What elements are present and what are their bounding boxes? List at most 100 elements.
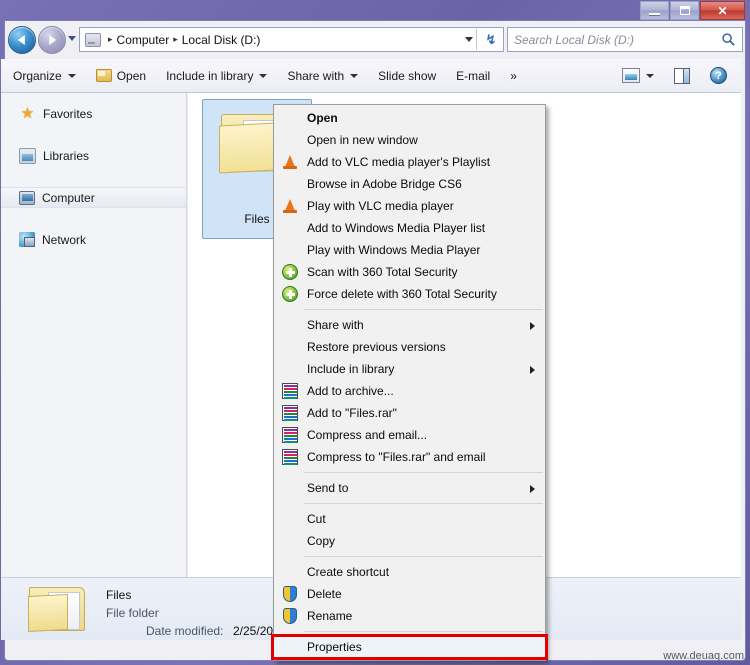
vlc-icon	[282, 198, 298, 214]
forward-button[interactable]	[38, 26, 66, 54]
menu-item-label: Rename	[307, 609, 353, 623]
context-menu[interactable]: Open Open in new window Add to VLC media…	[271, 104, 548, 661]
menu-separator	[304, 309, 543, 310]
history-dropdown-icon[interactable]	[68, 36, 76, 41]
star-icon: ★	[20, 104, 35, 122]
navigation-pane: ★ Favorites Libraries Computer Network	[1, 93, 187, 577]
menu-item-copy[interactable]: Copy	[274, 530, 545, 552]
winrar-icon	[282, 383, 298, 399]
sidebar-item-libraries[interactable]: Libraries	[1, 145, 186, 166]
view-layout-button[interactable]	[614, 64, 662, 88]
toolbar-include-in-library[interactable]: Include in library	[158, 64, 275, 88]
menu-item-label: Add to Windows Media Player list	[307, 221, 486, 235]
help-icon: ?	[710, 67, 727, 84]
menu-item-play-with-vlc[interactable]: Play with VLC media player	[274, 195, 545, 217]
menu-item-share-with[interactable]: Share with	[274, 314, 545, 336]
desktop-background: ✕ ▸ Computer ▸ Local Disk (D:) ↯ Search …	[0, 0, 750, 665]
address-divider	[476, 29, 477, 50]
sidebar-item-label: Libraries	[43, 148, 90, 163]
maximize-button[interactable]	[670, 1, 699, 20]
network-icon	[19, 232, 35, 247]
menu-item-label: Compress and email...	[307, 428, 428, 442]
chevron-down-icon	[646, 73, 654, 78]
submenu-arrow-icon	[530, 485, 535, 493]
menu-item-label: Open	[307, 111, 338, 125]
sidebar-item-network[interactable]: Network	[1, 229, 186, 250]
menu-item-label: Play with VLC media player	[307, 199, 454, 213]
menu-item-cut[interactable]: Cut	[274, 508, 545, 530]
preview-pane-button[interactable]	[666, 64, 698, 88]
toolbar-label: Organize	[13, 68, 62, 83]
address-dropdown-icon[interactable]	[465, 37, 473, 42]
toolbar-label: Open	[116, 68, 147, 83]
address-bar[interactable]: ▸ Computer ▸ Local Disk (D:) ↯	[79, 27, 504, 52]
toolbar-organize[interactable]: Organize	[5, 64, 84, 88]
menu-separator	[304, 503, 543, 504]
submenu-arrow-icon	[530, 322, 535, 330]
toolbar-label: Slide show	[378, 68, 437, 83]
menu-item-force-delete-with-360[interactable]: Force delete with 360 Total Security	[274, 283, 545, 305]
menu-item-browse-in-adobe-bridge[interactable]: Browse in Adobe Bridge CS6	[274, 173, 545, 195]
menu-separator	[304, 631, 543, 632]
shield-icon	[283, 608, 297, 624]
chevron-down-icon	[350, 73, 359, 78]
menu-item-send-to[interactable]: Send to	[274, 477, 545, 499]
menu-item-label: Add to archive...	[307, 384, 394, 398]
menu-item-label: Copy	[307, 534, 336, 548]
refresh-button[interactable]: ↯	[482, 32, 500, 48]
menu-item-include-in-library[interactable]: Include in library	[274, 358, 545, 380]
menu-item-label: Properties	[307, 640, 362, 654]
menu-item-scan-with-360[interactable]: Scan with 360 Total Security	[274, 261, 545, 283]
menu-item-restore-previous-versions[interactable]: Restore previous versions	[274, 336, 545, 358]
forward-arrow-icon	[49, 35, 57, 45]
menu-item-label: Include in library	[307, 362, 395, 376]
breadcrumb-separator: ▸	[173, 34, 178, 44]
minimize-button[interactable]	[640, 1, 669, 20]
menu-item-add-to-archive[interactable]: Add to archive...	[274, 380, 545, 402]
menu-item-add-to-files-rar[interactable]: Add to "Files.rar"	[274, 402, 545, 424]
menu-item-create-shortcut[interactable]: Create shortcut	[274, 561, 545, 583]
maximize-icon	[679, 6, 690, 15]
menu-item-play-with-wmp[interactable]: Play with Windows Media Player	[274, 239, 545, 261]
sidebar-item-favorites[interactable]: ★ Favorites	[1, 103, 186, 124]
winrar-icon	[282, 405, 298, 421]
menu-item-properties[interactable]: Properties	[271, 634, 548, 660]
menu-item-compress-to-files-rar-and-email[interactable]: Compress to "Files.rar" and email	[274, 446, 545, 468]
toolbar-email[interactable]: E-mail	[448, 64, 498, 88]
address-bar-row: ▸ Computer ▸ Local Disk (D:) ↯ Search Lo…	[0, 22, 750, 58]
sidebar-item-computer[interactable]: Computer	[1, 187, 186, 208]
drive-icon	[85, 32, 101, 47]
toolbar: Organize Open Include in library Share w…	[1, 59, 741, 93]
close-button[interactable]: ✕	[700, 1, 745, 20]
menu-item-label: Send to	[307, 481, 349, 495]
menu-item-open-in-new-window[interactable]: Open in new window	[274, 129, 545, 151]
menu-item-delete[interactable]: Delete	[274, 583, 545, 605]
toolbar-open[interactable]: Open	[88, 64, 154, 88]
search-input[interactable]: Search Local Disk (D:)	[514, 33, 634, 47]
menu-item-rename[interactable]: Rename	[274, 605, 545, 627]
menu-item-open[interactable]: Open	[274, 107, 545, 129]
menu-item-add-to-wmp-list[interactable]: Add to Windows Media Player list	[274, 217, 545, 239]
toolbar-slide-show[interactable]: Slide show	[370, 64, 444, 88]
search-box[interactable]: Search Local Disk (D:)	[507, 27, 743, 52]
open-folder-icon	[95, 69, 112, 82]
back-button[interactable]	[8, 26, 36, 54]
toolbar-share-with[interactable]: Share with	[279, 64, 366, 88]
toolbar-overflow[interactable]: »	[502, 64, 525, 88]
help-button[interactable]: ?	[702, 64, 735, 88]
winrar-icon	[282, 449, 298, 465]
computer-icon	[19, 191, 35, 205]
window-controls: ✕	[640, 1, 746, 21]
back-arrow-icon	[17, 35, 25, 45]
shield-icon	[283, 586, 297, 602]
details-folder-icon	[26, 586, 88, 634]
breadcrumb-local-disk[interactable]: Local Disk (D:)	[182, 33, 261, 47]
menu-item-label: Play with Windows Media Player	[307, 243, 481, 257]
menu-item-add-to-vlc-playlist[interactable]: Add to VLC media player's Playlist	[274, 151, 545, 173]
breadcrumb-computer[interactable]: Computer	[117, 33, 170, 47]
search-icon[interactable]	[721, 32, 736, 47]
menu-item-label: Add to "Files.rar"	[307, 406, 397, 420]
menu-item-compress-and-email[interactable]: Compress and email...	[274, 424, 545, 446]
library-icon	[19, 147, 36, 164]
